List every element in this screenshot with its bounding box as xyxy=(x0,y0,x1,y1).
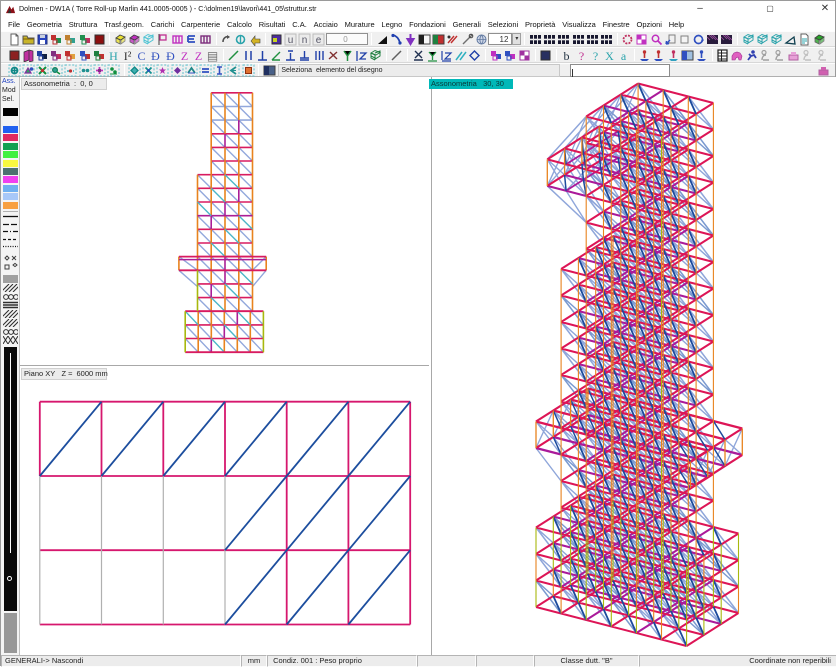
svg-text:H: H xyxy=(109,49,118,62)
svg-text:Ð: Ð xyxy=(166,49,175,62)
svg-text:u: u xyxy=(288,35,294,46)
svg-text:I²: I² xyxy=(124,49,132,62)
svg-text:C: C xyxy=(138,49,146,62)
svg-text:?: ? xyxy=(593,49,598,62)
svg-text:b: b xyxy=(564,49,570,62)
svg-text:Z: Z xyxy=(195,49,202,62)
svg-text:Ð: Ð xyxy=(152,49,161,62)
svg-text:Z: Z xyxy=(181,49,188,62)
svg-text:a: a xyxy=(621,49,627,62)
svg-text:▤: ▤ xyxy=(207,49,218,62)
svg-text:?: ? xyxy=(578,49,583,62)
svg-text:e: e xyxy=(316,35,322,46)
svg-text:X: X xyxy=(605,49,614,62)
svg-text:n: n xyxy=(302,35,308,46)
